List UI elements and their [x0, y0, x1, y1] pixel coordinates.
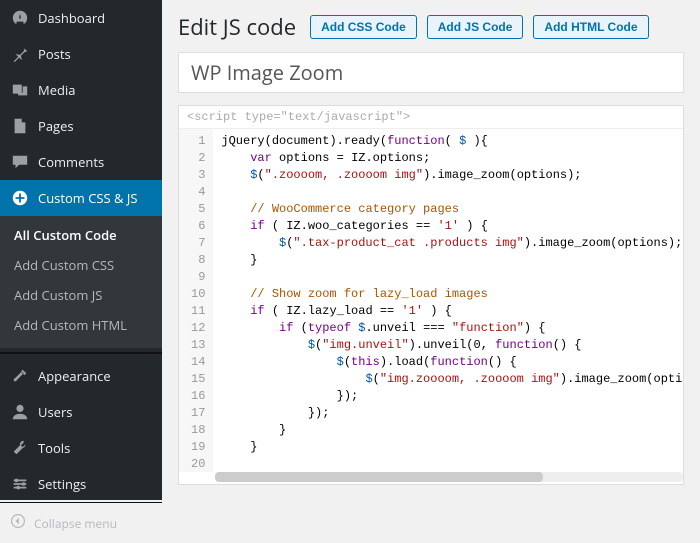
- sidebar-item-custom-css-js[interactable]: Custom CSS & JS: [0, 180, 162, 216]
- horizontal-scrollbar[interactable]: [215, 472, 683, 482]
- sidebar-item-label: Users: [38, 403, 72, 421]
- line-number-gutter: 1234567891011121314151617181920: [179, 129, 213, 472]
- page-title: Edit JS code: [178, 12, 296, 42]
- sidebar-submenu: All Custom Code Add Custom CSS Add Custo…: [0, 216, 162, 348]
- pin-icon: [10, 44, 30, 64]
- sidebar-item-comments[interactable]: Comments: [0, 144, 162, 180]
- sidebar-item-settings[interactable]: Settings: [0, 466, 162, 502]
- sidebar-item-tools[interactable]: Tools: [0, 430, 162, 466]
- collapse-label: Collapse menu: [34, 515, 117, 532]
- collapse-menu[interactable]: Collapse menu: [0, 502, 162, 543]
- sidebar-item-label: Posts: [38, 45, 71, 63]
- code-editor[interactable]: <script type="text/javascript"> 12345678…: [178, 105, 684, 485]
- collapse-icon: [10, 513, 26, 533]
- sidebar-item-label: Custom CSS & JS: [38, 189, 138, 207]
- sidebar-item-label: Appearance: [38, 367, 111, 385]
- code-content[interactable]: jQuery(document).ready(function( $ ){ va…: [213, 129, 683, 472]
- sidebar-item-posts[interactable]: Posts: [0, 36, 162, 72]
- sidebar-item-pages[interactable]: Pages: [0, 108, 162, 144]
- code-title-input[interactable]: WP Image Zoom: [178, 52, 684, 93]
- wrench-icon: [10, 438, 30, 458]
- main-content: Edit JS code Add CSS Code Add JS Code Ad…: [162, 0, 700, 500]
- user-icon: [10, 402, 30, 422]
- submenu-add-custom-html[interactable]: Add Custom HTML: [0, 310, 162, 340]
- menu-separator: [0, 352, 162, 354]
- sidebar-item-appearance[interactable]: Appearance: [0, 358, 162, 394]
- sidebar-item-label: Settings: [38, 475, 86, 493]
- editor-script-tag: <script type="text/javascript">: [179, 106, 683, 129]
- submenu-all-custom-code[interactable]: All Custom Code: [0, 220, 162, 250]
- sidebar-item-label: Pages: [38, 117, 74, 135]
- sidebar-item-label: Tools: [38, 439, 70, 457]
- sidebar-item-label: Media: [38, 81, 75, 99]
- sidebar-item-users[interactable]: Users: [0, 394, 162, 430]
- page-header: Edit JS code Add CSS Code Add JS Code Ad…: [162, 0, 700, 52]
- brush-icon: [10, 366, 30, 386]
- add-css-code-button[interactable]: Add CSS Code: [310, 15, 417, 39]
- sidebar-item-media[interactable]: Media: [0, 72, 162, 108]
- add-js-code-button[interactable]: Add JS Code: [427, 15, 524, 39]
- plus-circle-icon: [10, 188, 30, 208]
- gauge-icon: [10, 8, 30, 28]
- sidebar-item-label: Comments: [38, 153, 104, 171]
- sidebar-item-label: Dashboard: [38, 9, 105, 27]
- submenu-add-custom-css[interactable]: Add Custom CSS: [0, 250, 162, 280]
- media-icon: [10, 80, 30, 100]
- admin-sidebar: Dashboard Posts Media Pages Comments Cus…: [0, 0, 162, 500]
- submenu-add-custom-js[interactable]: Add Custom JS: [0, 280, 162, 310]
- scrollbar-thumb[interactable]: [215, 472, 543, 482]
- sidebar-item-dashboard[interactable]: Dashboard: [0, 0, 162, 36]
- sliders-icon: [10, 474, 30, 494]
- comment-icon: [10, 152, 30, 172]
- add-html-code-button[interactable]: Add HTML Code: [533, 15, 648, 39]
- page-icon: [10, 116, 30, 136]
